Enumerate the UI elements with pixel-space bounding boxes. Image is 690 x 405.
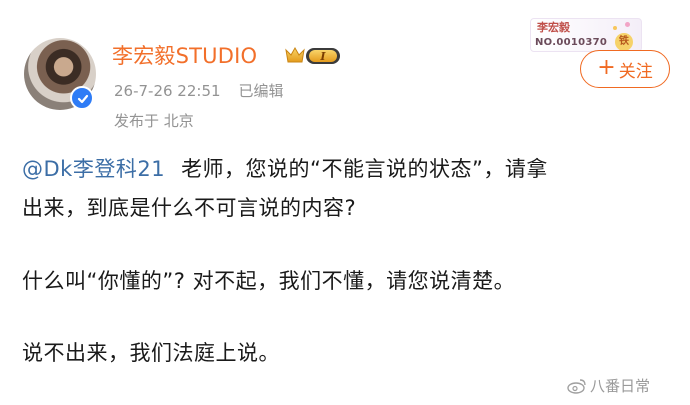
edited-label[interactable]: 已编辑: [239, 82, 284, 100]
post-line-1: 老师，您说的“不能言说的状态”，请拿: [181, 157, 548, 181]
sparkle-icon: [625, 22, 630, 27]
plus-icon: +: [597, 55, 616, 80]
follow-button[interactable]: + 关注: [580, 50, 670, 88]
fan-card-name: 李宏毅: [537, 21, 570, 34]
location: 发布于 北京: [114, 112, 194, 130]
sparkle-icon: [613, 26, 617, 30]
post-meta: 26-7-26 22:51 已编辑: [114, 80, 284, 102]
mention-link[interactable]: @Dk李登科21: [22, 157, 165, 181]
fan-card-number: NO.0010370: [535, 37, 608, 48]
post-paragraph-3: 说不出来，我们法庭上说。: [22, 341, 280, 365]
post-line-2: 出来，到底是什么不可言说的内容?: [22, 196, 357, 220]
fan-card-tag: 铁: [615, 33, 633, 51]
vip-level: I: [319, 50, 326, 63]
post-paragraph-1: @Dk李登科21 老师，您说的“不能言说的状态”，请拿: [22, 152, 548, 186]
follow-label: 关注: [618, 61, 653, 82]
watermark: 八番日常: [567, 376, 650, 396]
post-paragraph-2: 什么叫“你懂的”? 对不起，我们不懂，请您说清楚。: [22, 269, 516, 293]
username[interactable]: 李宏毅STUDIO: [112, 42, 257, 70]
watermark-text: 八番日常: [590, 377, 651, 395]
fan-card[interactable]: 李宏毅 NO.0010370 铁: [530, 18, 642, 52]
weibo-icon: [567, 379, 586, 394]
vip-crown-icon[interactable]: I: [284, 45, 342, 71]
timestamp: 26-7-26 22:51: [114, 82, 221, 100]
verified-badge-icon: [70, 86, 94, 110]
